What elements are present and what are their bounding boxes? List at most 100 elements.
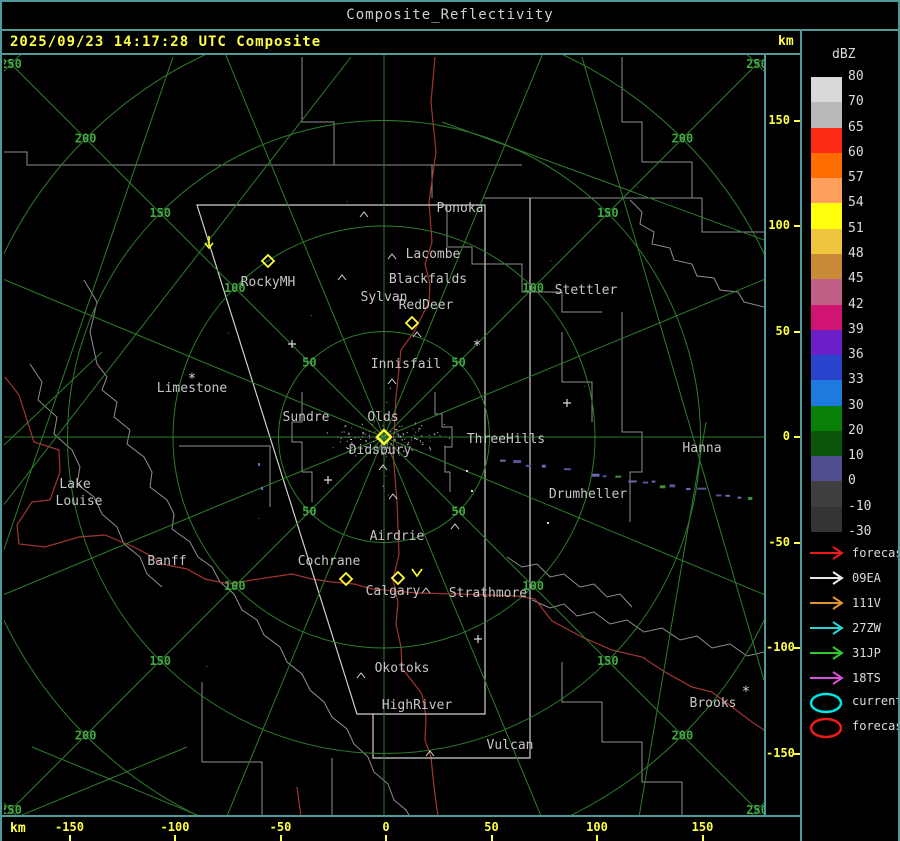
clutter-speckle [358, 437, 360, 439]
dbz-scale-label: 39 [848, 321, 864, 337]
clutter-speckle [376, 448, 379, 450]
bottom-axis-tick [385, 835, 387, 841]
bottom-axis-label: 150 [691, 820, 714, 834]
bottom-axis-label: -150 [55, 820, 84, 834]
ring-distance-label: 250 [746, 803, 764, 815]
bottom-axis-label: -50 [269, 820, 292, 834]
dot-marker [471, 490, 473, 492]
dbz-scale-label: -30 [848, 524, 872, 540]
clutter-speckle [419, 440, 421, 443]
clutter-speckle [429, 440, 431, 442]
bottom-axis-tick [596, 835, 598, 841]
clutter-speckle [337, 436, 339, 438]
city-label: Banff [147, 554, 186, 569]
clutter-speckle [401, 438, 403, 441]
clutter-speckle [344, 436, 347, 438]
right-axis-label: -50 [768, 534, 790, 549]
radial-line [216, 436, 385, 841]
city-label: Lacombe [406, 247, 461, 262]
clutter-speckle [404, 438, 406, 440]
clutter-speckle [387, 494, 389, 496]
dbz-scale-label: 33 [848, 372, 864, 388]
clutter-speckle [386, 401, 388, 403]
ring-distance-label: 250 [4, 803, 22, 815]
right-axis-label: 150 [768, 112, 790, 127]
city-label: HighRiver [382, 698, 453, 713]
clutter-speckle [346, 448, 349, 450]
clutter-speckle [550, 260, 552, 262]
clutter-speckle [385, 417, 387, 419]
dbz-scale-label: 80 [848, 69, 864, 84]
clutter-speckle [411, 449, 414, 451]
caret-marker [337, 274, 347, 281]
clutter-speckle [397, 434, 399, 437]
clutter-speckle [349, 444, 351, 447]
right-axis: 150 100 50 0 -50 -100 -150 [766, 55, 800, 815]
clutter-speckle [412, 428, 414, 430]
clutter-speckle [376, 447, 378, 449]
clutter-speckle [401, 425, 403, 428]
asterisk-marker: * [742, 684, 750, 700]
clutter-speckle [389, 387, 391, 389]
caret-marker [359, 211, 369, 218]
echo-dash [642, 481, 649, 484]
clutter-speckle [381, 453, 384, 456]
echo-dash [602, 475, 607, 478]
clutter-speckle [413, 434, 415, 436]
clutter-speckle [384, 434, 387, 436]
timestamp: 2025/09/23 14:17:28 UTC Composite [10, 34, 322, 50]
legend-arrow-09ea: 09EA [806, 568, 898, 588]
plus-marker [324, 476, 332, 484]
clutter-speckle [368, 447, 371, 449]
echo-dash [525, 464, 531, 467]
echo-dash [737, 496, 742, 499]
city-label: Brooks [690, 696, 737, 711]
clutter-speckle [429, 446, 431, 449]
dbz-color-block [811, 152, 842, 179]
clutter-speckle [396, 443, 398, 445]
ring-distance-label: 50 [451, 505, 465, 519]
clutter-speckle [384, 459, 386, 461]
city-label: Ponoka [437, 201, 484, 216]
echo-dash [686, 488, 691, 491]
echo-dash [748, 496, 753, 500]
dbz-scale-label: -10 [848, 498, 872, 514]
clutter-speckle [346, 201, 348, 203]
clutter-speckle [348, 449, 350, 452]
clutter-speckle [372, 451, 375, 453]
ring-distance-label: 150 [149, 654, 171, 668]
clutter-speckle [369, 437, 371, 439]
echo-dash [697, 487, 707, 490]
ring-distance-label: 50 [451, 355, 465, 369]
asterisk-marker: * [188, 371, 196, 387]
clutter-speckle [348, 436, 350, 438]
ring-distance-label: 50 [302, 505, 316, 519]
clutter-speckle [390, 431, 392, 433]
dbz-color-block [811, 481, 842, 507]
bottom-axis-label: 0 [382, 820, 390, 834]
clutter-speckle [395, 431, 397, 433]
dbz-color-block [811, 203, 842, 229]
clutter-speckle [429, 437, 431, 439]
bottom-axis-tick [68, 835, 71, 841]
clutter-speckle [421, 443, 424, 445]
clutter-speckle [398, 426, 401, 428]
clutter-speckle [395, 446, 397, 448]
unit-label-top: km [778, 34, 794, 49]
clutter-speckle [392, 447, 394, 449]
caret-marker [421, 587, 431, 594]
clutter-speckle [385, 456, 387, 458]
city-label: Okotoks [375, 661, 430, 676]
dot-marker [547, 522, 549, 524]
city-label: Innisfail [371, 357, 441, 372]
radar-map-canvas[interactable]: 50 50 50 50 100 100 100 100 150 150 150 150 200 200 20… [2, 2, 898, 841]
clutter-speckle [636, 186, 638, 188]
dbz-scale-label: 51 [848, 220, 864, 236]
clutter-speckle [428, 434, 431, 436]
clutter-speckle [382, 466, 384, 468]
dbz-color-block [811, 279, 842, 305]
clutter-speckle [350, 446, 353, 449]
clutter-speckle [360, 443, 362, 445]
clutter-speckle [396, 449, 399, 452]
dbz-color-block [811, 506, 842, 533]
